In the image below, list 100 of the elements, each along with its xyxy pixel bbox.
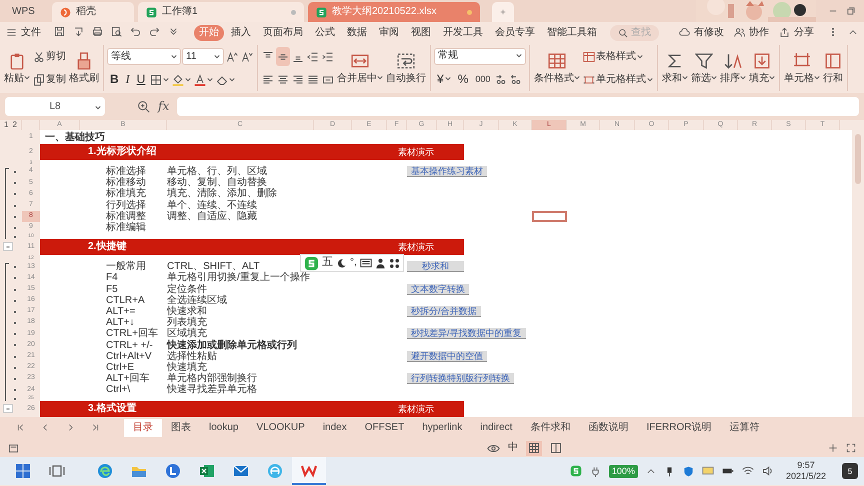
filter-button[interactable]: 筛选 <box>690 45 718 91</box>
ribbon-tab[interactable]: 数据 <box>342 24 372 40</box>
outline-level-button[interactable]: 1 <box>4 120 8 130</box>
font-grow-icon <box>226 50 238 62</box>
spreadsheet-file-icon <box>146 6 157 18</box>
plug-icon <box>590 466 601 477</box>
cut-button[interactable]: 剪切 <box>32 47 67 66</box>
sheet-tab[interactable]: 图表 <box>162 419 200 438</box>
align-right-icon <box>292 74 304 86</box>
moon-icon <box>336 258 347 268</box>
link-button[interactable]: 基本操作练习素材 <box>407 166 487 178</box>
link-button[interactable]: 秒求和 <box>407 261 464 272</box>
link-button[interactable]: 避开数据中的空值 <box>407 350 487 362</box>
outline-level-button[interactable]: 2 <box>12 120 17 130</box>
font-size-select[interactable]: 11 <box>182 48 224 65</box>
format-painter-button[interactable]: 格式刷 <box>68 45 100 91</box>
table-cell: 快速寻找差异单元格 <box>167 384 257 396</box>
link-button[interactable]: 秒找差异/寻找数据中的重复 <box>407 328 526 340</box>
ribbon-tab[interactable]: 公式 <box>310 24 340 40</box>
sheet-tab[interactable]: lookup <box>200 419 248 438</box>
share-button[interactable]: 分享 <box>779 26 814 38</box>
link-button[interactable]: 秒拆分/合并数据 <box>407 306 481 317</box>
input-mode-toggle[interactable]: 五 <box>322 256 333 270</box>
collapse-group-button[interactable] <box>3 242 13 252</box>
merge-center-button[interactable]: 合并居中 <box>336 45 384 91</box>
changes-button[interactable]: 有修改 <box>679 26 724 38</box>
link-button[interactable]: 文本数字转换 <box>407 284 469 295</box>
sheet-tab[interactable]: 函数说明 <box>579 419 638 438</box>
last-sheet-icon <box>91 423 100 432</box>
zoom-button[interactable] <box>137 100 150 114</box>
table-cell-text: Ctrl+E <box>105 362 134 373</box>
name-box[interactable]: L8 <box>5 97 105 116</box>
cell-style-button[interactable]: 单元格样式 <box>582 70 654 89</box>
collapse-group-button[interactable] <box>3 404 13 414</box>
fullscreen-button[interactable] <box>846 442 856 454</box>
table-cell-text: 标准选择 <box>105 166 146 178</box>
input-language-button[interactable]: 中 <box>508 442 518 454</box>
font-select[interactable]: 等线 <box>107 48 181 65</box>
sheet-tab[interactable]: IFERROR说明 <box>637 419 720 438</box>
page-view-button[interactable] <box>550 442 562 455</box>
title-tab[interactable]: 稻壳 <box>52 2 134 22</box>
font-shrink-icon <box>241 50 253 62</box>
caret-icon <box>769 74 775 81</box>
wrap-text-button[interactable]: 自动换行 <box>385 45 427 91</box>
number-format-select[interactable]: 常规 <box>434 48 526 64</box>
caret-icon <box>711 74 717 81</box>
sheet-tab[interactable]: indirect <box>471 419 522 438</box>
file-menu[interactable]: 文件 <box>6 26 41 38</box>
thousands-button[interactable]: 000 <box>472 70 494 88</box>
sort-button[interactable]: 排序 <box>719 45 747 91</box>
selected-cell[interactable] <box>532 210 567 222</box>
caret-icon <box>574 74 580 81</box>
indent-icon <box>322 50 334 62</box>
ribbon-tab[interactable]: 智能工具箱 <box>542 24 602 40</box>
rows-columns-button[interactable]: 行和 <box>822 45 844 91</box>
ribbon-tab[interactable]: 会员专享 <box>490 24 540 40</box>
ribbon-tab[interactable]: 插入 <box>226 24 256 40</box>
fill-button[interactable]: 填充 <box>748 45 776 91</box>
italic-button[interactable]: I <box>122 70 133 89</box>
table-cell-text: 一般常用 <box>105 261 146 272</box>
restore-icon <box>846 6 856 16</box>
title-tab[interactable]: 工作簿1 <box>138 2 304 22</box>
sheet-tab[interactable]: OFFSET <box>356 419 414 438</box>
sheet-tab[interactable]: hyperlink <box>413 419 472 438</box>
caret-icon <box>95 105 101 112</box>
paste-button[interactable]: 粘贴 <box>3 45 31 91</box>
notification-button[interactable]: 5 <box>842 463 858 480</box>
ribbon-tab[interactable]: 审阅 <box>374 24 404 40</box>
insert-function-button[interactable]: fx <box>158 99 170 114</box>
sheet-tab[interactable]: 目录 <box>124 419 162 438</box>
sheet-tab[interactable]: 条件求和 <box>521 419 580 438</box>
sheet-tab[interactable]: VLOOKUP <box>247 419 314 438</box>
link-button[interactable]: 行列转换特别版行列转换 <box>407 373 514 384</box>
ribbon-tab[interactable]: 页面布局 <box>258 24 308 40</box>
people-icon <box>734 27 745 38</box>
punctuation-toggle[interactable]: °, <box>350 257 357 269</box>
title-tab[interactable]: WPS <box>4 2 48 22</box>
zoom-in-button[interactable] <box>828 442 838 454</box>
percent-button[interactable]: % <box>454 70 472 88</box>
bold-button[interactable]: B <box>107 70 122 89</box>
conditional-format-button[interactable]: 条件格式 <box>533 45 581 91</box>
copy-button[interactable]: 复制 <box>32 70 67 89</box>
cells-button[interactable]: 单元格 <box>783 45 821 91</box>
ribbon-tab[interactable]: 开发工具 <box>438 24 488 40</box>
sheet-tab[interactable]: index <box>314 419 356 438</box>
align-middle-button[interactable] <box>276 47 290 66</box>
vertical-scrollbar[interactable] <box>852 120 864 418</box>
outdent-icon <box>307 50 319 62</box>
table-cell-text: 一、基础技巧 <box>44 132 105 142</box>
table-style-button[interactable]: 表格样式 <box>582 47 644 66</box>
currency-button[interactable]: ¥ <box>434 70 454 88</box>
normal-view-button[interactable] <box>526 441 542 456</box>
collaborate-button[interactable]: 协作 <box>734 26 769 38</box>
ribbon-tab[interactable]: 视图 <box>406 24 436 40</box>
sum-button[interactable]: 求和 <box>661 45 689 91</box>
formula-input[interactable] <box>177 97 859 116</box>
wps-taskbar-button[interactable] <box>292 457 326 486</box>
sheet-tab[interactable]: 运算符 <box>720 419 768 438</box>
underline-button[interactable]: U <box>134 70 148 89</box>
table-cell: 列表填充 <box>167 317 207 328</box>
